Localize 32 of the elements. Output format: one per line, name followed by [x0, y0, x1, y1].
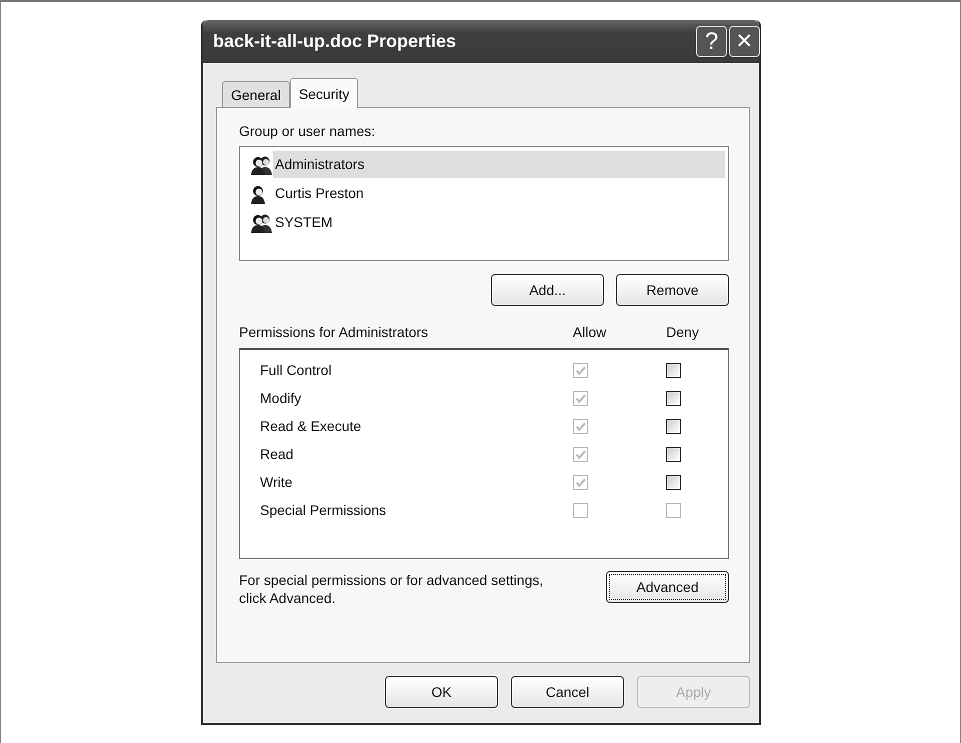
checkbox[interactable]: [666, 362, 681, 378]
permission-name: Write: [260, 474, 294, 490]
permission-name: Modify: [260, 390, 302, 406]
checkbox[interactable]: [666, 418, 681, 434]
checkbox[interactable]: [666, 446, 681, 462]
advanced-button[interactable]: Advanced: [606, 571, 729, 603]
column-header: Allow: [572, 324, 608, 342]
tab[interactable]: General: [222, 81, 290, 107]
cancel-button[interactable]: Cancel: [511, 676, 624, 708]
permission-name: Read & Execute: [260, 418, 362, 434]
group-list-label: Group or user names:: [239, 123, 376, 139]
checkbox[interactable]: [666, 390, 681, 406]
add-button[interactable]: Add...: [491, 274, 604, 306]
users-icon: [250, 154, 273, 174]
window-title: back-it-all-up.doc Properties: [213, 31, 456, 52]
permissions-label: Permissions for Administrators: [239, 324, 430, 342]
permission-name: Read: [260, 446, 294, 462]
advanced-hint: For special permissions or for advanced settings, click Advanced.: [239, 571, 544, 607]
permission-name: Full Control: [260, 362, 333, 378]
user-list-item[interactable]: SYSTEM: [273, 209, 725, 236]
column-header: Deny: [665, 324, 700, 342]
help-button[interactable]: ?: [696, 26, 727, 57]
tab[interactable]: Security: [290, 78, 358, 108]
remove-button[interactable]: Remove: [616, 274, 729, 306]
user-icon: [250, 184, 266, 204]
user-list-item[interactable]: Curtis Preston: [273, 180, 725, 207]
checkbox[interactable]: [666, 474, 681, 490]
close-button[interactable]: ✕: [729, 26, 760, 57]
user-list-item[interactable]: Administrators: [273, 151, 725, 178]
permission-name: Special Permissions: [260, 502, 388, 518]
ok-button[interactable]: OK: [385, 676, 498, 708]
users-icon: [250, 212, 273, 232]
